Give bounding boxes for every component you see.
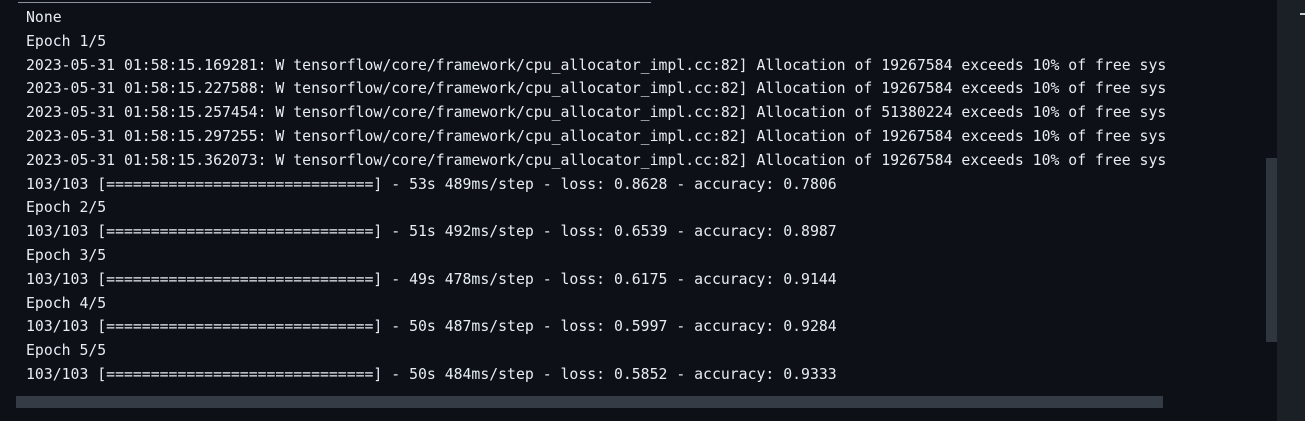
output-line: Epoch 3/5	[26, 246, 107, 264]
output-line: 103/103 [==============================]…	[26, 365, 837, 383]
console-output: None Epoch 1/5 2023-05-31 01:58:15.169281:…	[26, 6, 1166, 387]
output-viewport[interactable]: None Epoch 1/5 2023-05-31 01:58:15.169281:…	[0, 0, 1259, 392]
output-line: Epoch 4/5	[26, 294, 107, 312]
output-line: 103/103 [==============================]…	[26, 175, 837, 193]
right-gutter-panel	[1277, 0, 1305, 421]
output-line: 2023-05-31 01:58:15.257454: W tensorflow…	[26, 104, 1167, 122]
output-line: 2023-05-31 01:58:15.169281: W tensorflow…	[26, 56, 1167, 74]
output-line: Epoch 1/5	[26, 32, 107, 50]
horizontal-scrollbar[interactable]	[16, 396, 1276, 408]
output-line: 2023-05-31 01:58:15.297255: W tensorflow…	[26, 127, 1167, 145]
output-line: 2023-05-31 01:58:15.362073: W tensorflow…	[26, 151, 1167, 169]
horizontal-scrollbar-thumb[interactable]	[16, 396, 1163, 408]
output-line: 103/103 [==============================]…	[26, 223, 837, 241]
vertical-scrollbar-thumb[interactable]	[1266, 158, 1277, 342]
output-line: Epoch 5/5	[26, 342, 107, 360]
notebook-output-cell: None Epoch 1/5 2023-05-31 01:58:15.169281:…	[0, 0, 1305, 421]
output-line: 103/103 [==============================]…	[26, 318, 837, 336]
output-line: Epoch 2/5	[26, 199, 107, 217]
output-line: None	[26, 9, 62, 26]
output-line: 2023-05-31 01:58:15.227588: W tensorflow…	[26, 80, 1167, 98]
gutter-marker-icon	[1300, 13, 1305, 15]
output-line: 103/103 [==============================]…	[26, 270, 837, 288]
